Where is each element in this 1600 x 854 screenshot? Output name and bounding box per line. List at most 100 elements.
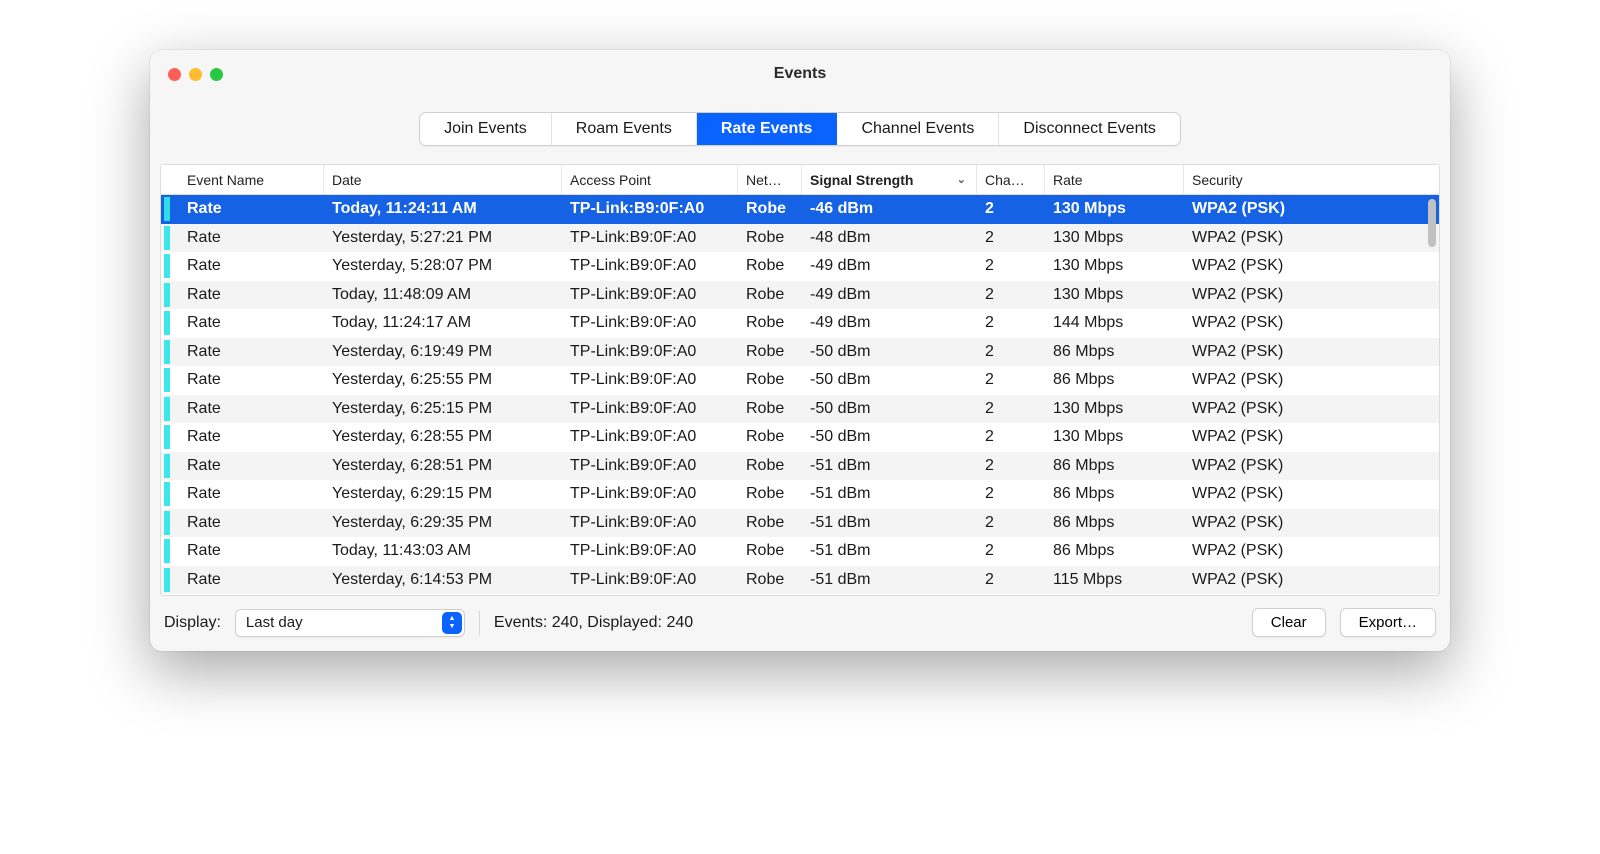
cell-network: Robe <box>738 257 802 275</box>
cell-network: Robe <box>738 485 802 503</box>
cell-network: Robe <box>738 314 802 332</box>
cell-security: WPA2 (PSK) <box>1184 229 1439 247</box>
cell-rate: 130 Mbps <box>1045 229 1184 247</box>
column-header-event-name[interactable]: Event Name <box>179 165 324 194</box>
cell-rate: 86 Mbps <box>1045 371 1184 389</box>
cell-rate: 86 Mbps <box>1045 542 1184 560</box>
table-row[interactable]: RateYesterday, 6:29:35 PMTP-Link:B9:0F:A… <box>161 509 1439 538</box>
cell-channel: 2 <box>977 485 1045 503</box>
cell-event-name: Rate <box>179 371 324 389</box>
export-button[interactable]: Export… <box>1340 608 1436 637</box>
row-color-marker <box>161 224 179 253</box>
tab-join-events[interactable]: Join Events <box>420 113 552 145</box>
column-header-date[interactable]: Date <box>324 165 562 194</box>
row-color-marker <box>161 309 179 338</box>
table-row[interactable]: RateYesterday, 6:25:15 PMTP-Link:B9:0F:A… <box>161 395 1439 424</box>
cell-rate: 130 Mbps <box>1045 257 1184 275</box>
cell-access-point: TP-Link:B9:0F:A0 <box>562 343 738 361</box>
cell-security: WPA2 (PSK) <box>1184 314 1439 332</box>
cell-channel: 2 <box>977 400 1045 418</box>
column-header-signal-strength[interactable]: Signal Strength⌄ <box>802 165 977 194</box>
table-row[interactable]: RateYesterday, 6:14:53 PMTP-Link:B9:0F:A… <box>161 566 1439 595</box>
cell-access-point: TP-Link:B9:0F:A0 <box>562 400 738 418</box>
cell-channel: 2 <box>977 571 1045 589</box>
row-color-marker <box>161 252 179 281</box>
cell-date: Yesterday, 6:29:15 PM <box>324 485 562 503</box>
table-row[interactable]: RateYesterday, 6:28:51 PMTP-Link:B9:0F:A… <box>161 452 1439 481</box>
tab-rate-events[interactable]: Rate Events <box>697 113 838 145</box>
row-color-marker <box>161 537 179 566</box>
cell-channel: 2 <box>977 428 1045 446</box>
cell-security: WPA2 (PSK) <box>1184 200 1439 218</box>
table-row[interactable]: RateYesterday, 6:25:55 PMTP-Link:B9:0F:A… <box>161 366 1439 395</box>
row-color-marker <box>161 366 179 395</box>
column-header-rate[interactable]: Rate <box>1045 165 1184 194</box>
table-row[interactable]: RateYesterday, 6:19:49 PMTP-Link:B9:0F:A… <box>161 338 1439 367</box>
cell-security: WPA2 (PSK) <box>1184 542 1439 560</box>
cell-network: Robe <box>738 571 802 589</box>
cell-date: Yesterday, 6:25:15 PM <box>324 400 562 418</box>
tab-roam-events[interactable]: Roam Events <box>552 113 697 145</box>
display-range-select[interactable]: Last day ▲▼ <box>235 609 465 637</box>
cell-event-name: Rate <box>179 514 324 532</box>
cell-security: WPA2 (PSK) <box>1184 400 1439 418</box>
cell-network: Robe <box>738 371 802 389</box>
row-color-marker <box>161 509 179 538</box>
cell-event-name: Rate <box>179 200 324 218</box>
titlebar: Events <box>150 50 1450 98</box>
table-row[interactable]: RateToday, 11:24:17 AMTP-Link:B9:0F:A0Ro… <box>161 309 1439 338</box>
cell-rate: 130 Mbps <box>1045 200 1184 218</box>
row-color-marker <box>161 452 179 481</box>
cell-event-name: Rate <box>179 571 324 589</box>
row-color-marker <box>161 480 179 509</box>
cell-channel: 2 <box>977 286 1045 304</box>
table-row[interactable]: RateToday, 11:43:03 AMTP-Link:B9:0F:A0Ro… <box>161 537 1439 566</box>
cell-security: WPA2 (PSK) <box>1184 371 1439 389</box>
select-stepper-icon: ▲▼ <box>442 612 462 634</box>
table-row[interactable]: RateYesterday, 5:28:07 PMTP-Link:B9:0F:A… <box>161 252 1439 281</box>
cell-security: WPA2 (PSK) <box>1184 343 1439 361</box>
cell-access-point: TP-Link:B9:0F:A0 <box>562 571 738 589</box>
cell-event-name: Rate <box>179 343 324 361</box>
cell-event-name: Rate <box>179 485 324 503</box>
cell-event-name: Rate <box>179 229 324 247</box>
table-body: RateToday, 11:24:11 AMTP-Link:B9:0F:A0Ro… <box>161 195 1439 595</box>
cell-channel: 2 <box>977 200 1045 218</box>
column-header-cha-[interactable]: Cha… <box>977 165 1045 194</box>
cell-rate: 130 Mbps <box>1045 428 1184 446</box>
cell-access-point: TP-Link:B9:0F:A0 <box>562 200 738 218</box>
table-header: Event NameDateAccess PointNet…Signal Str… <box>161 165 1439 195</box>
tab-disconnect-events[interactable]: Disconnect Events <box>999 113 1180 145</box>
table-row[interactable]: RateYesterday, 6:29:15 PMTP-Link:B9:0F:A… <box>161 480 1439 509</box>
table-row[interactable]: RateToday, 11:48:09 AMTP-Link:B9:0F:A0Ro… <box>161 281 1439 310</box>
cell-security: WPA2 (PSK) <box>1184 286 1439 304</box>
cell-network: Robe <box>738 286 802 304</box>
cell-channel: 2 <box>977 229 1045 247</box>
cell-security: WPA2 (PSK) <box>1184 457 1439 475</box>
cell-signal-strength: -50 dBm <box>802 343 977 361</box>
cell-signal-strength: -51 dBm <box>802 571 977 589</box>
cell-date: Yesterday, 5:27:21 PM <box>324 229 562 247</box>
table-row[interactable]: RateYesterday, 5:27:21 PMTP-Link:B9:0F:A… <box>161 224 1439 253</box>
cell-access-point: TP-Link:B9:0F:A0 <box>562 485 738 503</box>
column-header-security[interactable]: Security <box>1184 165 1439 194</box>
cell-signal-strength: -48 dBm <box>802 229 977 247</box>
clear-button[interactable]: Clear <box>1252 608 1326 637</box>
table-row[interactable]: RateToday, 11:24:11 AMTP-Link:B9:0F:A0Ro… <box>161 195 1439 224</box>
table-row[interactable]: RateYesterday, 6:28:55 PMTP-Link:B9:0F:A… <box>161 423 1439 452</box>
toolbar: Join EventsRoam EventsRate EventsChannel… <box>150 98 1450 164</box>
vertical-scrollbar[interactable] <box>1428 199 1436 247</box>
window-title: Events <box>150 65 1450 83</box>
cell-access-point: TP-Link:B9:0F:A0 <box>562 371 738 389</box>
column-header-net-[interactable]: Net… <box>738 165 802 194</box>
cell-access-point: TP-Link:B9:0F:A0 <box>562 229 738 247</box>
cell-date: Yesterday, 6:14:53 PM <box>324 571 562 589</box>
cell-event-name: Rate <box>179 314 324 332</box>
cell-security: WPA2 (PSK) <box>1184 571 1439 589</box>
cell-channel: 2 <box>977 314 1045 332</box>
footer-divider <box>479 611 480 635</box>
cell-event-name: Rate <box>179 428 324 446</box>
column-header-access-point[interactable]: Access Point <box>562 165 738 194</box>
cell-date: Yesterday, 6:28:51 PM <box>324 457 562 475</box>
tab-channel-events[interactable]: Channel Events <box>837 113 999 145</box>
